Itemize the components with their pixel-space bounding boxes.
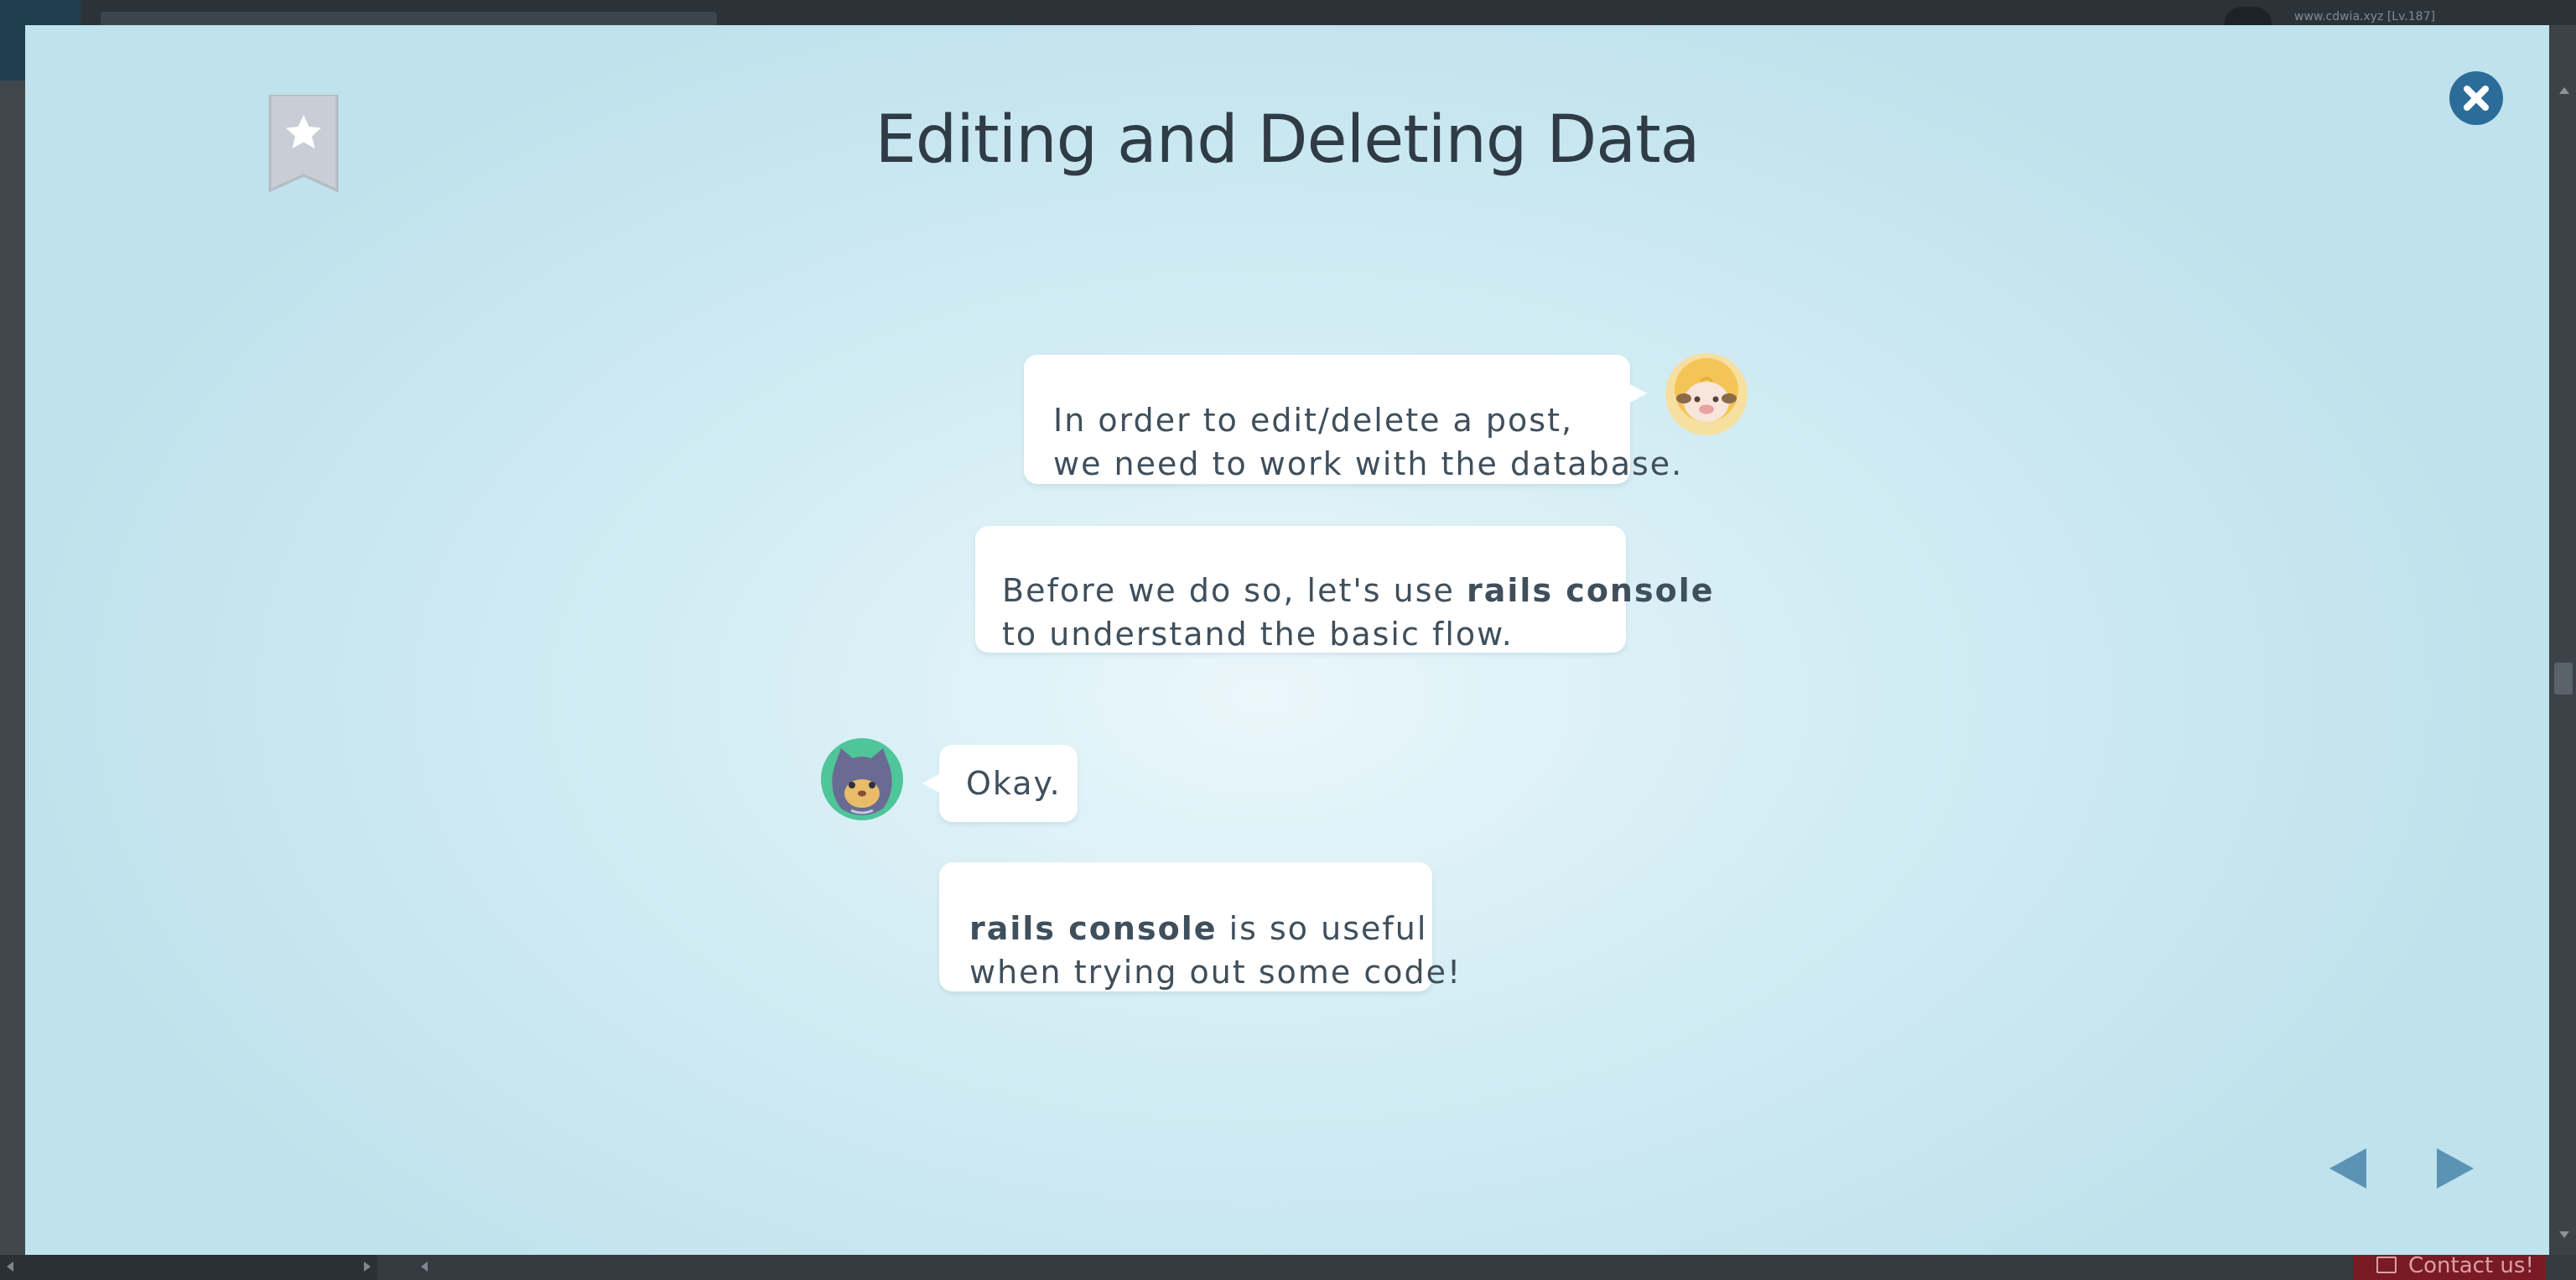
scroll-right-icon <box>364 1262 371 1272</box>
contact-us-button: Contact us! <box>2353 1251 2546 1280</box>
triangle-left-icon <box>2329 1148 2366 1189</box>
bubble-line: In order to edit/delete a post, <box>1053 402 1574 439</box>
speech-bubble: rails console is so useful when trying o… <box>939 862 1462 991</box>
scroll-left-icon <box>7 1262 13 1272</box>
slide-modal: Editing and Deleting Data In order to ed… <box>25 25 2549 1255</box>
sheep-icon <box>1665 353 1748 435</box>
cat-icon <box>821 738 903 820</box>
bubble-text: is so useful <box>1217 910 1428 947</box>
background-scrollbar <box>2549 25 2576 1258</box>
bubble-line: to understand the basic flow. <box>1002 616 1514 653</box>
background-sidebar <box>0 81 25 1255</box>
speech-bubble: Okay. <box>922 745 1078 822</box>
close-icon <box>2464 86 2489 111</box>
contact-us-label: Contact us! <box>2408 1253 2534 1278</box>
scrollbar-thumb <box>2554 663 2573 695</box>
background-bottom-bar <box>0 1255 2576 1280</box>
slide-title: Editing and Deleting Data <box>875 102 1701 178</box>
background-username: www.cdwia.xyz [Lv.187] <box>2294 10 2435 23</box>
speech-bubble: In order to edit/delete a post, we need … <box>1024 355 1684 484</box>
bubble-text: Before we do so, let's use <box>1002 572 1467 609</box>
bubble-bold-text: rails console <box>969 910 1218 947</box>
triangle-right-icon <box>2437 1148 2474 1189</box>
bubble-line: Before we do so, let's use rails console <box>1002 569 1713 612</box>
bubble-line: Okay. <box>966 765 1062 802</box>
bubble-line: we need to work with the database. <box>1053 445 1684 482</box>
scroll-left-icon <box>421 1262 428 1272</box>
scroll-down-icon <box>2559 1231 2569 1238</box>
next-slide-button[interactable] <box>2427 1143 2477 1194</box>
previous-slide-button[interactable] <box>2326 1143 2376 1194</box>
speech-bubble: Before we do so, let's use rails console… <box>975 526 1713 653</box>
envelope-icon <box>2376 1257 2397 1273</box>
bubble-line: when trying out some code! <box>969 954 1462 991</box>
cat-avatar <box>821 738 903 820</box>
sheep-avatar <box>1665 353 1748 435</box>
background-horizontal-scrollbar <box>0 1255 377 1280</box>
close-button[interactable] <box>2449 71 2503 125</box>
bubble-bold-text: rails console <box>1467 572 1715 609</box>
bubble-line: rails console is so useful <box>969 907 1432 950</box>
scroll-up-icon <box>2559 87 2569 94</box>
